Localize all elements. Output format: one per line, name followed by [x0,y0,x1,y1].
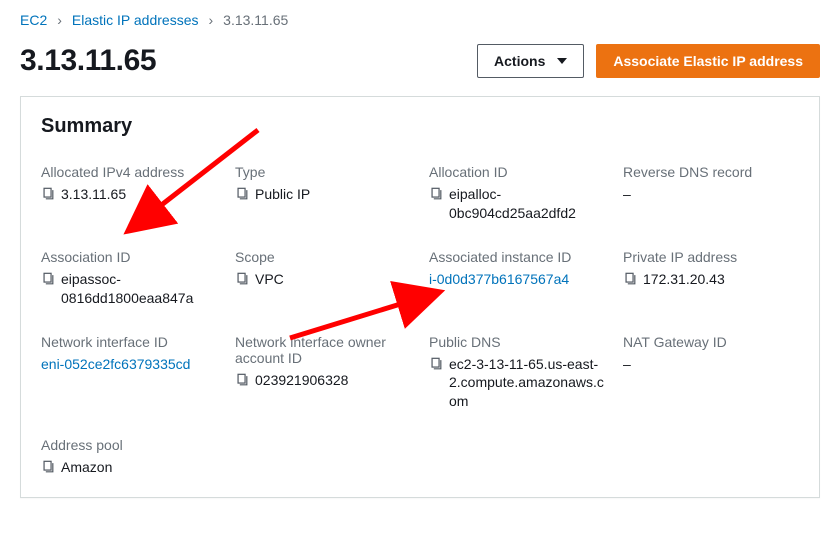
field-value: i-0d0d377b6167567a4 [429,270,569,289]
copy-icon[interactable] [41,187,55,201]
field-value: – [623,355,631,374]
field-allocation-id: Allocation ID eipalloc-0bc904cd25aa2dfd2 [429,164,605,223]
field-associated-instance-id: Associated instance ID i-0d0d377b6167567… [429,249,605,308]
chevron-down-icon [557,58,567,64]
field-public-dns: Public DNS ec2-3-13-11-65.us-east-2.comp… [429,334,605,412]
field-label: Association ID [41,249,217,265]
field-label: Associated instance ID [429,249,605,265]
field-label: Network interface owner account ID [235,334,411,366]
breadcrumb-mid[interactable]: Elastic IP addresses [72,12,199,28]
field-label: Public DNS [429,334,605,350]
copy-icon[interactable] [429,187,443,201]
field-label: NAT Gateway ID [623,334,799,350]
summary-heading: Summary [41,115,799,138]
instance-link[interactable]: i-0d0d377b6167567a4 [429,270,605,289]
field-private-ip: Private IP address 172.31.20.43 [623,249,799,308]
field-label: Type [235,164,411,180]
field-value: – [623,185,631,204]
field-value: eipassoc-0816dd1800eaa847a [61,270,217,308]
field-label: Scope [235,249,411,265]
field-type: Type Public IP [235,164,411,223]
field-network-interface-id: Network interface ID eni-052ce2fc6379335… [41,334,217,412]
associate-label: Associate Elastic IP address [613,53,803,69]
field-value: eipalloc-0bc904cd25aa2dfd2 [449,185,605,223]
field-association-id: Association ID eipassoc-0816dd1800eaa847… [41,249,217,308]
copy-icon[interactable] [235,373,249,387]
field-value: Public IP [255,185,310,204]
field-value: 023921906328 [255,371,348,390]
breadcrumb-current: 3.13.11.65 [223,12,288,28]
field-label: Allocated IPv4 address [41,164,217,180]
breadcrumb-root[interactable]: EC2 [20,12,47,28]
copy-icon[interactable] [41,272,55,286]
summary-card: Summary Allocated IPv4 address 3.13.11.6… [20,96,820,498]
breadcrumb-sep: › [209,12,214,28]
field-nat-gateway: NAT Gateway ID – [623,334,799,412]
eni-link[interactable]: eni-052ce2fc6379335cd [41,355,217,374]
field-value: VPC [255,270,284,289]
copy-icon[interactable] [235,187,249,201]
field-reverse-dns: Reverse DNS record – [623,164,799,223]
breadcrumb-sep: › [57,12,62,28]
field-value: 3.13.11.65 [61,185,126,204]
field-scope: Scope VPC [235,249,411,308]
copy-icon[interactable] [41,460,55,474]
field-value: Amazon [61,458,112,477]
field-label: Reverse DNS record [623,164,799,180]
copy-icon[interactable] [235,272,249,286]
page-title: 3.13.11.65 [20,44,156,78]
field-allocated-ipv4: Allocated IPv4 address 3.13.11.65 [41,164,217,223]
field-value: eni-052ce2fc6379335cd [41,355,190,374]
field-label: Address pool [41,437,217,453]
actions-button[interactable]: Actions [477,44,584,78]
actions-label: Actions [494,53,545,69]
field-label: Network interface ID [41,334,217,350]
copy-icon[interactable] [429,357,443,371]
field-eni-owner: Network interface owner account ID 02392… [235,334,411,412]
field-value: ec2-3-13-11-65.us-east-2.compute.amazona… [449,355,605,412]
breadcrumb: EC2 › Elastic IP addresses › 3.13.11.65 [20,8,820,34]
field-value: 172.31.20.43 [643,270,725,289]
copy-icon[interactable] [623,272,637,286]
field-label: Allocation ID [429,164,605,180]
field-address-pool: Address pool Amazon [41,437,217,477]
associate-elastic-ip-button[interactable]: Associate Elastic IP address [596,44,820,78]
field-label: Private IP address [623,249,799,265]
